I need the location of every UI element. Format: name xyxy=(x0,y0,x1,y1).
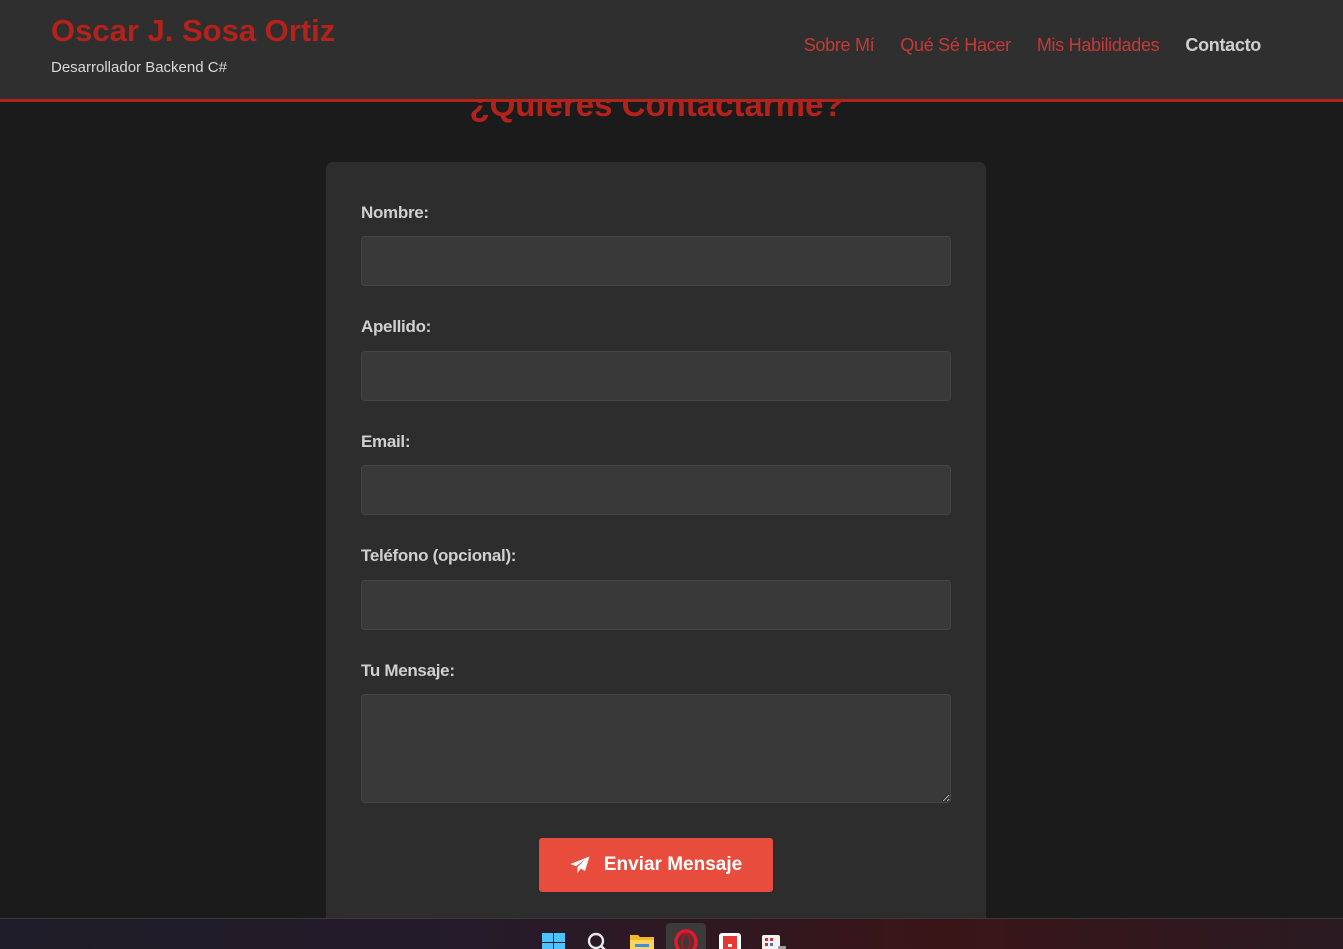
site-header: Oscar J. Sosa Ortiz Desarrollador Backen… xyxy=(0,0,1343,102)
windows-taskbar xyxy=(0,918,1343,949)
nav-link-contacto[interactable]: Contacto xyxy=(1185,34,1261,56)
contact-form: Nombre: Apellido: Email: Teléfono (opcio… xyxy=(326,162,986,942)
apellido-label: Apellido: xyxy=(361,317,432,336)
opera-browser-icon[interactable] xyxy=(673,927,699,949)
paper-plane-icon xyxy=(570,856,590,874)
apellido-input[interactable] xyxy=(361,351,951,401)
file-explorer-icon[interactable] xyxy=(629,927,655,949)
red-app-icon[interactable] xyxy=(717,927,743,949)
main-nav: Sobre Mí Qué Sé Hacer Mis Habilidades Co… xyxy=(804,34,1262,56)
email-label: Email: xyxy=(361,432,411,451)
nav-link-mis-habilidades[interactable]: Mis Habilidades xyxy=(1037,34,1160,56)
nombre-input[interactable] xyxy=(361,236,951,286)
photo-app-icon[interactable] xyxy=(761,927,787,949)
brand-name[interactable]: Oscar J. Sosa Ortiz xyxy=(51,12,335,50)
nav-link-sobre-mi[interactable]: Sobre Mí xyxy=(804,34,875,56)
search-icon[interactable] xyxy=(585,927,611,949)
email-input[interactable] xyxy=(361,465,951,515)
enviar-mensaje-button[interactable]: Enviar Mensaje xyxy=(539,838,773,892)
mensaje-textarea[interactable] xyxy=(361,694,951,803)
windows-start-icon[interactable] xyxy=(541,927,567,949)
nombre-label: Nombre: xyxy=(361,203,429,222)
brand-tagline: Desarrollador Backend C# xyxy=(51,59,227,76)
telefono-input[interactable] xyxy=(361,580,951,630)
telefono-label: Teléfono (opcional): xyxy=(361,546,517,565)
mensaje-label: Tu Mensaje: xyxy=(361,661,455,680)
nav-link-que-se-hacer[interactable]: Qué Sé Hacer xyxy=(900,34,1011,56)
enviar-mensaje-label: Enviar Mensaje xyxy=(603,854,743,875)
